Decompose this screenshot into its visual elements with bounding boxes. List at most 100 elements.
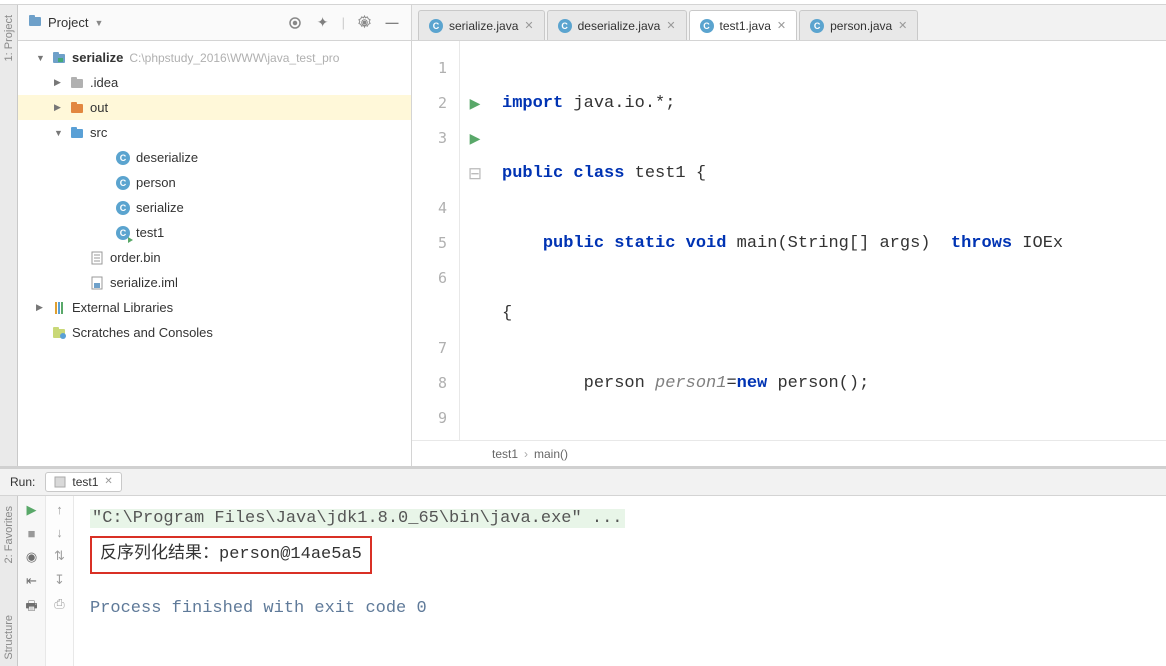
tree-test1[interactable]: Ctest1	[18, 220, 411, 245]
locate-icon[interactable]	[286, 14, 304, 32]
tab-label: serialize.java	[449, 19, 518, 33]
tab-label: deserialize.java	[578, 19, 661, 33]
chevron-down-icon[interactable]: ▼	[36, 53, 50, 63]
class-run-icon: C	[114, 226, 132, 240]
close-icon[interactable]: ✕	[524, 19, 533, 32]
vtab-project[interactable]: 1: Project	[1, 9, 17, 67]
close-icon[interactable]: ✕	[898, 19, 907, 32]
chevron-down-icon[interactable]: ▼	[54, 128, 68, 138]
tab-label: test1.java	[720, 19, 771, 33]
close-icon[interactable]: ✕	[104, 476, 112, 487]
project-header-title: Project	[48, 15, 88, 30]
gutter-icons: ▶ ▶ ⊟	[460, 41, 490, 440]
project-icon	[28, 14, 42, 31]
editor: Cserialize.java ✕ Cdeserialize.java ✕ Ctes…	[411, 5, 1166, 466]
tree-src[interactable]: ▼ src	[18, 120, 411, 145]
class-icon: C	[114, 176, 132, 190]
breadcrumb-item[interactable]: test1	[492, 447, 518, 461]
project-tree: ▼ serialize C:\phpstudy_2016\WWW\java_te…	[18, 41, 411, 466]
tree-serialize[interactable]: Cserialize	[18, 195, 411, 220]
run-tab-label: test1	[72, 475, 98, 489]
tree-path: C:\phpstudy_2016\WWW\java_test_pro	[129, 51, 339, 65]
tree-label: order.bin	[110, 250, 161, 265]
left-gutter: 1: Project	[0, 5, 18, 466]
class-icon: C	[558, 19, 572, 33]
tree-label: out	[90, 100, 108, 115]
tree-label: serialize	[72, 50, 123, 65]
wrap-icon[interactable]: ↧	[54, 572, 65, 588]
tree-label: .idea	[90, 75, 118, 90]
down-icon[interactable]: ↓	[56, 525, 63, 540]
project-header: Project ▼ ✦ | —	[18, 5, 411, 41]
tree-scratch[interactable]: Scratches and Consoles	[18, 320, 411, 345]
class-icon: C	[429, 19, 443, 33]
close-icon[interactable]: ✕	[777, 19, 786, 32]
line-gutter: 1 2 3 4 5 6 7 8 9	[412, 41, 460, 440]
fold-icon[interactable]: ⊟	[460, 156, 490, 191]
tree-label: serialize.iml	[110, 275, 178, 290]
vtab-structure[interactable]: Structure	[1, 609, 17, 666]
up-icon[interactable]: ↑	[56, 502, 63, 517]
console-cmd: "C:\Program Files\Java\jdk1.8.0_65\bin\j…	[90, 509, 625, 528]
run-line-icon[interactable]: ▶	[460, 86, 490, 121]
tree-root[interactable]: ▼ serialize C:\phpstudy_2016\WWW\java_te…	[18, 45, 411, 70]
tab-deserialize[interactable]: Cdeserialize.java ✕	[547, 10, 687, 40]
run-line-icon[interactable]: ▶	[460, 121, 490, 156]
tab-person[interactable]: Cperson.java ✕	[799, 10, 918, 40]
trash-icon[interactable]: 🖶	[25, 597, 37, 619]
folder-icon	[68, 101, 86, 115]
tree-idea[interactable]: ▶ .idea	[18, 70, 411, 95]
tree-label: src	[90, 125, 107, 140]
run-panel: Run: test1 ✕ 2: Favorites Structure ▶ ■ …	[0, 466, 1166, 666]
tree-extlib[interactable]: ▶ External Libraries	[18, 295, 411, 320]
console-output[interactable]: "C:\Program Files\Java\jdk1.8.0_65\bin\j…	[74, 496, 1166, 666]
project-panel: Project ▼ ✦ | — ▼	[18, 5, 411, 466]
dropdown-icon[interactable]: ▼	[94, 18, 103, 28]
tree-person[interactable]: Cperson	[18, 170, 411, 195]
chevron-right-icon[interactable]: ▶	[36, 302, 50, 313]
chevron-right-icon[interactable]: ▶	[54, 77, 68, 88]
run-config-icon	[54, 476, 66, 488]
exit-icon[interactable]: ⇤	[26, 573, 37, 589]
class-icon: C	[114, 201, 132, 215]
settings-icon[interactable]	[355, 14, 373, 32]
collapse-icon[interactable]: ✦	[314, 14, 332, 32]
tab-serialize[interactable]: Cserialize.java ✕	[418, 10, 545, 40]
run-toolbar: ▶ ■ ◉ ⇤ 🖶	[18, 496, 46, 666]
editor-breadcrumb: test1 › main()	[412, 440, 1166, 466]
tree-deserialize[interactable]: Cdeserialize	[18, 145, 411, 170]
run-label: Run:	[10, 475, 35, 489]
stop-icon[interactable]: ■	[28, 526, 36, 541]
breadcrumb-item[interactable]: main()	[534, 447, 568, 461]
rerun-icon[interactable]: ▶	[27, 502, 37, 518]
tree-orderbin[interactable]: order.bin	[18, 245, 411, 270]
tree-iml[interactable]: serialize.iml	[18, 270, 411, 295]
run-toolbar2: ↑ ↓ ⇅ ↧ ⎙	[46, 496, 74, 666]
tab-label: person.java	[830, 19, 892, 33]
class-icon: C	[810, 19, 824, 33]
editor-tabs: Cserialize.java ✕ Cdeserialize.java ✕ Ctes…	[412, 5, 1166, 41]
tree-label: test1	[136, 225, 164, 240]
close-icon[interactable]: ✕	[666, 19, 675, 32]
camera-icon[interactable]: ◉	[26, 549, 37, 565]
tab-test1[interactable]: Ctest1.java✕	[689, 10, 798, 40]
tree-label: person	[136, 175, 176, 190]
print-icon[interactable]: ⎙	[54, 596, 64, 612]
tree-out[interactable]: ▶ out	[18, 95, 411, 120]
chevron-right-icon: ›	[524, 447, 528, 461]
code-area[interactable]: import java.io.*; public class test1 { p…	[490, 41, 1166, 440]
console-exit: Process finished with exit code 0	[90, 594, 1150, 624]
tree-label: deserialize	[136, 150, 198, 165]
wrap-icon[interactable]: ⇅	[54, 548, 65, 564]
hide-icon[interactable]: —	[383, 14, 401, 32]
folder-icon	[68, 76, 86, 90]
run-vgutter: 2: Favorites Structure	[0, 496, 18, 666]
scratch-icon	[50, 326, 68, 340]
vtab-favorites[interactable]: 2: Favorites	[1, 500, 17, 569]
class-icon: C	[114, 151, 132, 165]
library-icon	[50, 302, 68, 314]
tree-label: External Libraries	[72, 300, 173, 315]
tree-label: Scratches and Consoles	[72, 325, 213, 340]
run-tab[interactable]: test1 ✕	[45, 472, 121, 492]
chevron-right-icon[interactable]: ▶	[54, 102, 68, 113]
